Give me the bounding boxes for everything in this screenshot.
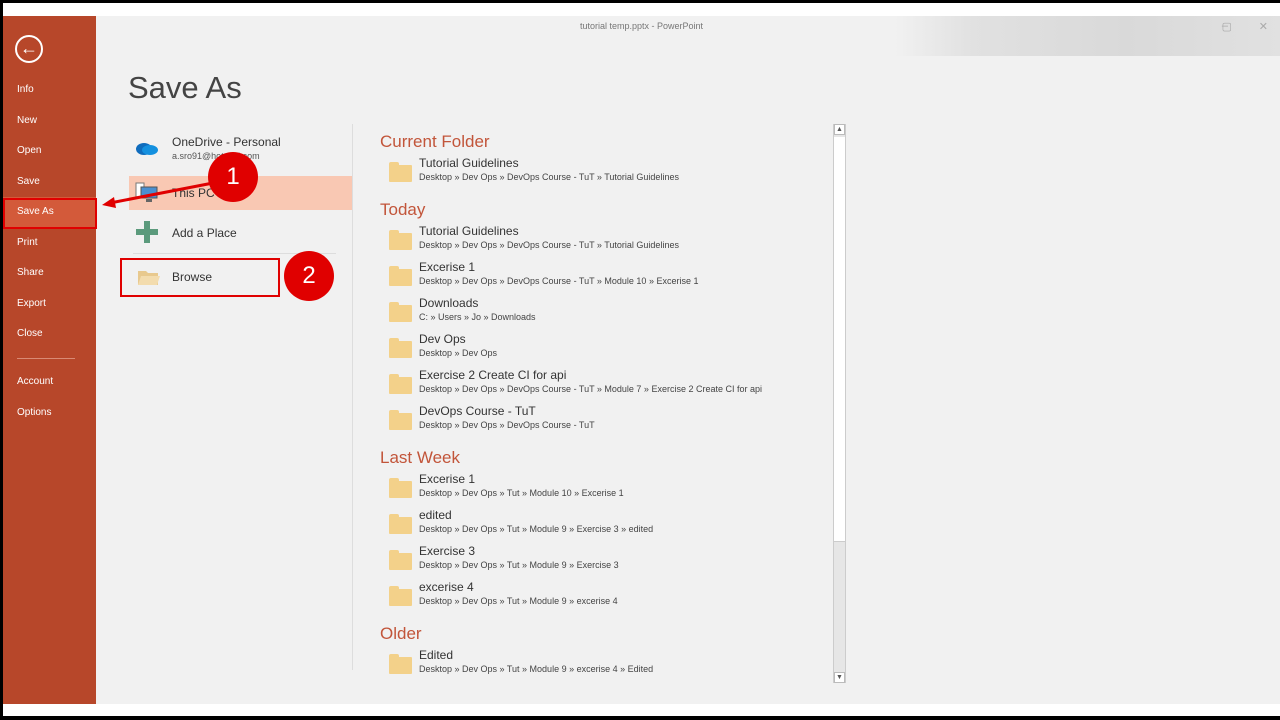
folder-path: Desktop » Dev Ops » DevOps Course - TuT … <box>419 276 699 286</box>
annotation-box-save-as <box>3 198 97 229</box>
folder-icon <box>389 338 412 358</box>
folder-path: Desktop » Dev Ops » Tut » Module 9 » exc… <box>419 664 654 674</box>
annotation-box-browse <box>120 258 280 297</box>
folder-icon <box>389 162 412 182</box>
folder-path: Desktop » Dev Ops » Tut » Module 9 » Exe… <box>419 560 619 570</box>
folder-name: Dev Ops <box>419 332 466 346</box>
folder-name: Tutorial Guidelines <box>419 156 519 170</box>
folder-item[interactable]: Tutorial Guidelines Desktop » Dev Ops » D… <box>380 222 830 258</box>
scroll-down-icon[interactable]: ▼ <box>834 672 845 683</box>
folder-name: Exercise 2 Create CI for api <box>419 368 567 382</box>
folder-name: Excerise 1 <box>419 472 476 486</box>
folder-item[interactable]: Dev Ops Desktop » Dev Ops <box>380 330 830 366</box>
folder-path: Desktop » Dev Ops » Tut » Module 9 » Exe… <box>419 524 654 534</box>
folder-item[interactable]: Downloads C: » Users » Jo » Downloads <box>380 294 830 330</box>
folder-path: Desktop » Dev Ops » DevOps Course - TuT … <box>419 384 762 394</box>
section-heading: Current Folder <box>380 132 490 151</box>
folder-item[interactable]: Exercise 2 Create CI for api Desktop » De… <box>380 366 830 402</box>
scroll-thumb[interactable] <box>834 137 845 542</box>
scroll-up-icon[interactable]: ▲ <box>834 124 845 135</box>
folder-icon <box>389 550 412 570</box>
onedrive-label: OneDrive - Personal <box>172 135 281 149</box>
folder-path: Desktop » Dev Ops » Tut » Module 10 » Ex… <box>419 488 624 498</box>
annotation-step-2: 2 <box>284 251 334 301</box>
sidebar-item-print[interactable]: Print <box>3 228 96 258</box>
back-arrow-icon[interactable]: ← <box>15 35 43 63</box>
sidebar-item-open[interactable]: Open <box>3 136 96 166</box>
scrollbar[interactable]: ▲ ▼ <box>833 124 846 683</box>
page-title: Save As <box>128 70 242 105</box>
folder-name: Exercise 3 <box>419 544 476 558</box>
location-add-place[interactable]: Add a Place <box>129 216 352 250</box>
onedrive-cloud-icon <box>136 143 158 155</box>
folder-icon <box>389 410 412 430</box>
folder-icon <box>389 230 412 250</box>
plus-icon <box>136 221 158 243</box>
folder-name: Excerise 1 <box>419 260 476 274</box>
folder-item[interactable]: Excerise 1 Desktop » Dev Ops » DevOps Cou… <box>380 258 830 294</box>
folder-icon <box>389 374 412 394</box>
folder-path: Desktop » Dev Ops » DevOps Course - TuT <box>419 420 595 430</box>
section-heading: Last Week <box>380 448 461 467</box>
sidebar-item-info[interactable]: Info <box>3 75 96 105</box>
sidebar-item-options[interactable]: Options <box>3 398 96 428</box>
backstage-sidebar: ← Info New Open Save Save As Print Share Export… <box>3 16 96 704</box>
section-heading: Older <box>380 624 422 643</box>
window-title: tutorial temp.pptx - PowerPoint <box>579 21 704 31</box>
folder-icon <box>389 478 412 498</box>
folder-path: Desktop » Dev Ops » Tut » Module 9 » exc… <box>419 596 618 606</box>
restore-icon[interactable]: ▢ <box>1222 20 1232 33</box>
pane-divider <box>352 124 353 670</box>
folder-name: DevOps Course - TuT <box>419 404 536 418</box>
sidebar-item-account[interactable]: Account <box>3 367 96 397</box>
sidebar-item-close[interactable]: Close <box>3 319 96 349</box>
folder-icon <box>389 586 412 606</box>
folder-item[interactable]: Excerise 1 Desktop » Dev Ops » Tut » Modu… <box>380 470 830 506</box>
close-icon[interactable]: ✕ <box>1259 20 1268 33</box>
folder-item[interactable]: excerise 4 Desktop » Dev Ops » Tut » Modu… <box>380 578 830 614</box>
add-place-label: Add a Place <box>172 226 237 240</box>
recent-folders-list: Current Folder Tutorial Guidelines Desktop… <box>380 130 830 682</box>
folder-name: excerise 4 <box>419 580 474 594</box>
folder-icon <box>389 302 412 322</box>
folder-path: Desktop » Dev Ops » DevOps Course - TuT … <box>419 172 679 182</box>
powerpoint-backstage: tutorial temp.pptx - PowerPoint – ▢ ✕ ← … <box>3 16 1280 704</box>
sidebar-item-export[interactable]: Export <box>3 289 96 319</box>
sidebar-item-save[interactable]: Save <box>3 167 96 197</box>
annotation-step-1: 1 <box>208 152 258 202</box>
folder-item[interactable]: Tutorial Guidelines Desktop » Dev Ops » D… <box>380 154 830 190</box>
folder-path: Desktop » Dev Ops » DevOps Course - TuT … <box>419 240 679 250</box>
folder-name: Downloads <box>419 296 479 310</box>
folder-path: C: » Users » Jo » Downloads <box>419 312 536 322</box>
folder-name: edited <box>419 508 452 522</box>
sidebar-divider <box>17 358 75 359</box>
folder-path: Desktop » Dev Ops <box>419 348 498 358</box>
folder-name: Tutorial Guidelines <box>419 224 519 238</box>
folder-item[interactable]: Exercise 3 Desktop » Dev Ops » Tut » Modu… <box>380 542 830 578</box>
folder-icon <box>389 514 412 534</box>
folder-item[interactable]: Edited Desktop » Dev Ops » Tut » Module 9… <box>380 646 830 682</box>
folder-icon <box>389 266 412 286</box>
section-heading: Today <box>380 200 426 219</box>
folder-name: Edited <box>419 648 454 662</box>
folder-item[interactable]: DevOps Course - TuT Desktop » Dev Ops » D… <box>380 402 830 438</box>
folder-icon <box>389 654 412 674</box>
sidebar-item-share[interactable]: Share <box>3 258 96 288</box>
sidebar-item-new[interactable]: New <box>3 106 96 136</box>
folder-item[interactable]: edited Desktop » Dev Ops » Tut » Module 9… <box>380 506 830 542</box>
